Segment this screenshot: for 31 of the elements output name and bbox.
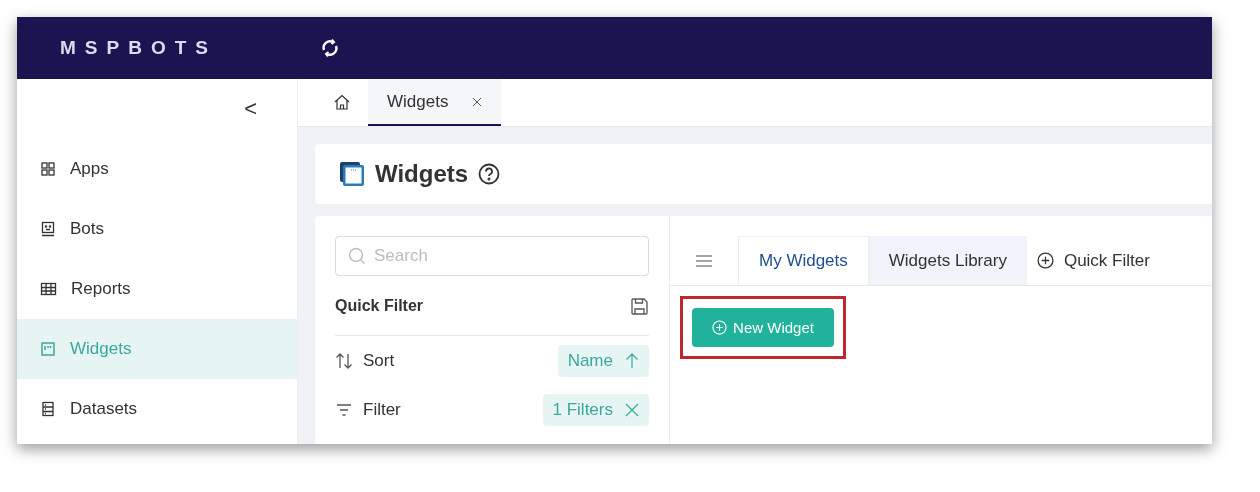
page-title: Widgets — [375, 160, 469, 188]
close-icon[interactable] — [472, 96, 483, 107]
sidebar-item[interactable]: Reports — [17, 259, 297, 319]
grid-icon — [40, 161, 56, 177]
section-title: Quick Filter — [335, 297, 424, 315]
logo[interactable]: MSPBOTS — [60, 37, 270, 59]
search-field[interactable]: Search — [335, 236, 649, 276]
save-icon[interactable] — [630, 296, 649, 316]
plus-circle-icon — [1036, 252, 1054, 269]
tab[interactable]: My Widgets — [738, 236, 869, 285]
filter-option-label: Filter — [363, 399, 402, 420]
plus-circle-icon — [712, 320, 728, 335]
refresh-icon[interactable] — [320, 38, 340, 58]
window-stack-icon — [339, 161, 365, 187]
home-icon — [333, 92, 351, 111]
quick-filter-button[interactable]: Quick Filter — [1026, 236, 1156, 285]
sort-arrows-icon — [335, 351, 353, 370]
sidebar-item[interactable]: Bots — [17, 199, 297, 259]
server-list-icon — [40, 401, 56, 417]
arrow-up-icon — [625, 352, 639, 369]
filter-option-label: Sort — [363, 350, 396, 371]
sidebar-item[interactable]: Datasets — [17, 379, 297, 439]
board-icon — [40, 341, 56, 357]
search-icon — [348, 247, 366, 265]
robot-face-icon — [40, 221, 56, 237]
page-tab[interactable]: Widgets — [368, 79, 502, 126]
tab[interactable]: Widgets Library — [868, 236, 1027, 285]
collapse-button[interactable]: < — [244, 96, 257, 122]
help-icon[interactable] — [478, 163, 501, 185]
table-icon — [40, 281, 57, 297]
sidebar-item[interactable]: Apps — [17, 139, 297, 199]
